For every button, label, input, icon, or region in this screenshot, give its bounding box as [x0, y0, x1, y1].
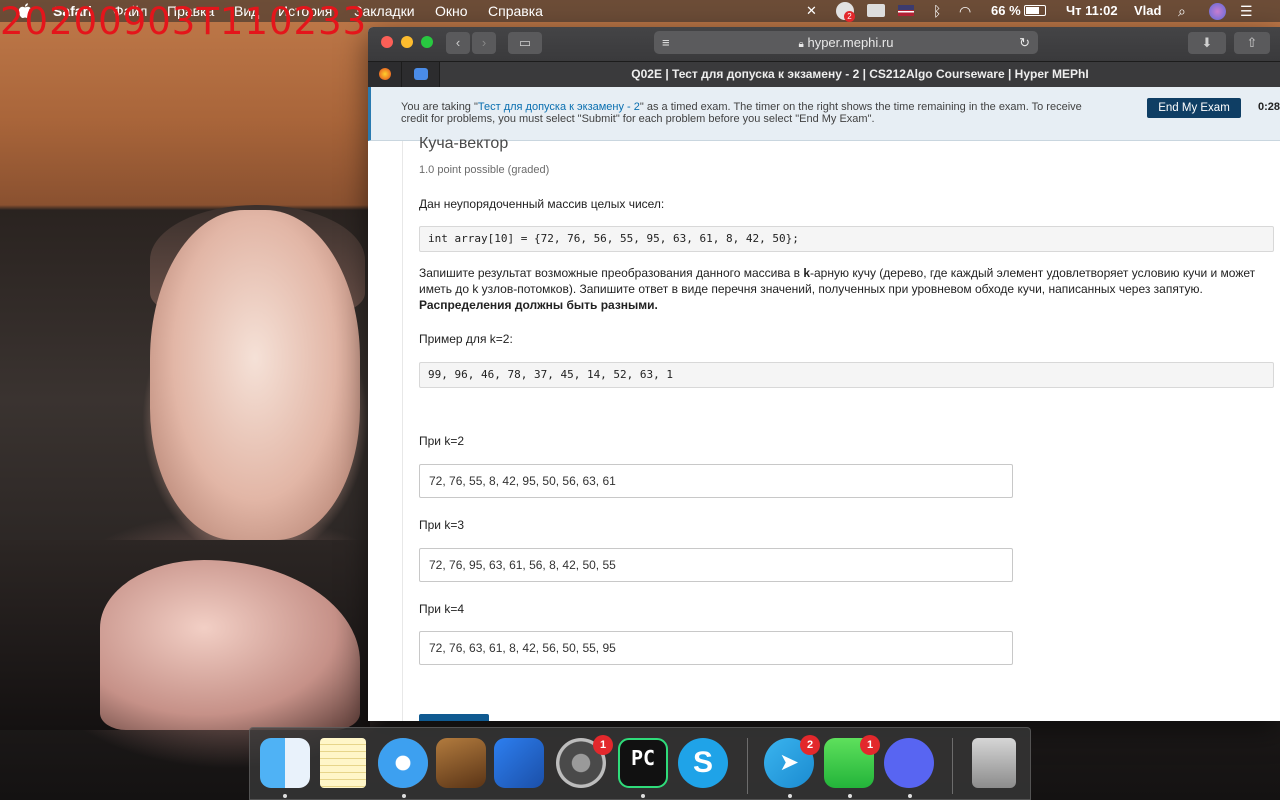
browser-toolbar: ‹ › ▭ ≡ 🔒︎ hyper.mephi.ru ↻ ⬇ ⇧: [368, 27, 1280, 61]
exam-timer: 0:28:: [1258, 101, 1280, 113]
answer-input-k4[interactable]: 72, 76, 63, 61, 8, 42, 56, 50, 55, 95: [419, 631, 1013, 665]
user-name[interactable]: Vlad: [1134, 3, 1161, 18]
answer-label-k3: При k=3: [419, 518, 465, 532]
flag-us-icon[interactable]: [898, 5, 914, 16]
pinned-tab-2[interactable]: [402, 62, 440, 88]
answer-label-k2: При k=2: [419, 434, 465, 448]
menu-window[interactable]: Окно: [435, 3, 468, 19]
lock-icon: 🔒︎: [798, 39, 804, 50]
minimize-window-button[interactable]: [401, 36, 413, 48]
url-text: hyper.mephi.ru: [807, 35, 894, 50]
chevron-left-icon: ‹: [455, 35, 461, 50]
active-tab[interactable]: Q02E | Тест для допуска к экзамену - 2 |…: [440, 62, 1280, 88]
submit-button[interactable]: [419, 714, 489, 721]
telegram-badge: 2: [800, 735, 820, 755]
answer-label-k4: При k=4: [419, 602, 465, 616]
answer-input-k2[interactable]: 72, 76, 55, 8, 42, 95, 50, 56, 63, 61: [419, 464, 1013, 498]
recording-timestamp: 20200903T110233: [0, 0, 368, 43]
notes-icon[interactable]: [320, 738, 366, 788]
facetime-badge: 1: [860, 735, 880, 755]
reload-icon[interactable]: ↻: [1019, 31, 1030, 54]
trash-icon[interactable]: [972, 738, 1016, 788]
pycharm-icon[interactable]: PC: [618, 738, 668, 788]
answer-input-k3[interactable]: 72, 76, 95, 63, 61, 56, 8, 42, 50, 55: [419, 548, 1013, 582]
notification-center-icon[interactable]: ☰: [1240, 3, 1253, 20]
tab-bar: Q02E | Тест для допуска к экзамену - 2 |…: [368, 61, 1280, 88]
notification-icon[interactable]: 2: [836, 2, 855, 22]
exam-link[interactable]: Тест для допуска к экзамену - 2: [478, 101, 640, 113]
page-content: You are taking "Тест для допуска к экзам…: [368, 87, 1280, 721]
chevron-right-icon: ›: [481, 35, 487, 50]
battery-percent: 66 %: [991, 3, 1021, 18]
exam-banner-text: You are taking "Тест для допуска к экзам…: [401, 101, 1082, 125]
share-button[interactable]: ⇧: [1234, 32, 1270, 54]
problem-panel: Куча-вектор 1.0 point possible (graded) …: [402, 135, 1280, 721]
garageband-icon[interactable]: [436, 738, 486, 788]
discord-icon[interactable]: [884, 738, 934, 788]
mic-off-icon[interactable]: ✕: [806, 3, 817, 19]
siri-icon[interactable]: [1209, 3, 1226, 20]
bluetooth-icon[interactable]: ᛒ: [933, 3, 941, 19]
battery-icon[interactable]: [1024, 5, 1046, 16]
safari-window: ‹ › ▭ ≡ 🔒︎ hyper.mephi.ru ↻ ⬇ ⇧ Q02E | Т…: [368, 27, 1280, 721]
pinned-site-icon: [379, 68, 391, 80]
system-preferences-badge: 1: [593, 735, 613, 755]
download-icon: ⬇: [1201, 35, 1213, 50]
problem-instructions: Запишите результат возможные преобразова…: [419, 266, 1256, 312]
problem-points: 1.0 point possible (graded): [419, 164, 550, 176]
example-code: 99, 96, 46, 78, 37, 45, 14, 52, 63, 1: [419, 362, 1274, 388]
code-array: int array[10] = {72, 76, 56, 55, 95, 63,…: [419, 226, 1274, 252]
sidebar-toggle-button[interactable]: ▭: [508, 32, 542, 54]
chat-icon: [414, 68, 428, 80]
forward-button[interactable]: ›: [472, 32, 496, 54]
share-icon: ⇧: [1246, 35, 1258, 50]
wifi-icon[interactable]: ◠: [959, 3, 971, 20]
pinned-tab-1[interactable]: [368, 62, 402, 88]
spotlight-search-icon[interactable]: ⌕: [1178, 3, 1186, 20]
downloads-button[interactable]: ⬇: [1188, 32, 1226, 54]
notification-badge: 2: [844, 11, 855, 22]
address-bar[interactable]: ≡ 🔒︎ hyper.mephi.ru ↻: [654, 31, 1038, 54]
webcam-face: [150, 210, 360, 540]
example-label: Пример для k=2:: [419, 332, 513, 346]
safari-icon[interactable]: [378, 738, 428, 788]
back-button[interactable]: ‹: [446, 32, 470, 54]
problem-title: Куча-вектор: [419, 135, 509, 152]
finder-icon[interactable]: [260, 738, 310, 788]
skype-icon[interactable]: S: [678, 738, 728, 788]
close-window-button[interactable]: [381, 36, 393, 48]
menu-help[interactable]: Справка: [488, 3, 543, 19]
problem-intro: Дан неупорядоченный массив целых чисел:: [419, 197, 665, 211]
sidebar-icon: ▭: [518, 35, 532, 50]
dock: 1 PC S ➤ 2 1: [249, 727, 1031, 800]
zoom-window-button[interactable]: [421, 36, 433, 48]
clock[interactable]: Чт 11:02: [1066, 3, 1118, 18]
timed-exam-banner: You are taking "Тест для допуска к экзам…: [368, 87, 1280, 141]
end-exam-button[interactable]: End My Exam: [1147, 98, 1241, 118]
xcode-icon[interactable]: [494, 738, 544, 788]
message-icon[interactable]: [867, 4, 885, 17]
